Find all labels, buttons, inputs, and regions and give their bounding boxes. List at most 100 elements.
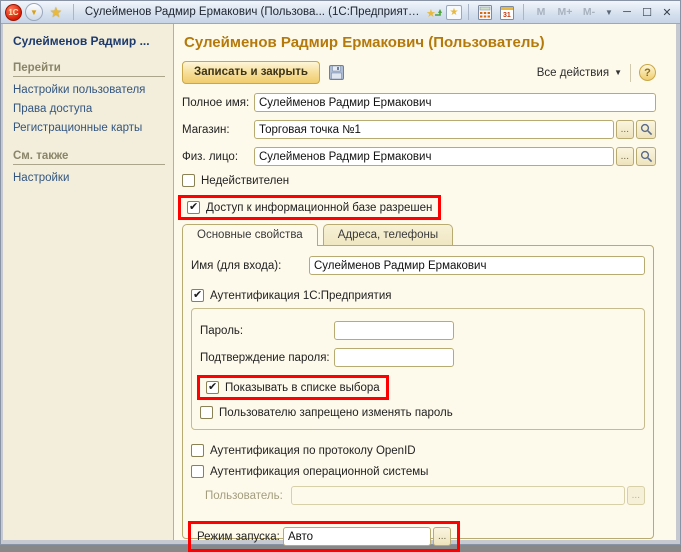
chevron-down-icon: ▼ <box>614 68 622 77</box>
show-in-list-checkbox-label: Показывать в списке выбора <box>225 382 380 394</box>
sidebar-current-item[interactable]: Сулейменов Радмир ... <box>13 34 165 48</box>
auth-os-checkbox-row: Аутентификация операционной системы <box>191 465 645 478</box>
memory-recall-button[interactable]: M <box>530 6 552 18</box>
auth-openid-checkbox-row: Аутентификация по протоколу OpenID <box>191 444 645 457</box>
window-content: Сулейменов Радмир ... Перейти Настройки … <box>1 24 680 544</box>
sidebar-section-header: См. также <box>13 150 165 165</box>
help-button[interactable]: ? <box>639 64 656 81</box>
minimize-button[interactable]: ─ <box>618 6 636 18</box>
memory-add-button[interactable]: M+ <box>554 6 576 18</box>
run-mode-label: Режим запуска: <box>197 531 283 543</box>
titlebar: 1С ▼ ★ Сулейменов Радмир Ермакович (Поль… <box>1 1 680 24</box>
run-mode-row: Режим запуска: ... <box>197 527 451 546</box>
forbid-change-checkbox-row: Пользователю запрещено изменять пароль <box>200 406 636 419</box>
os-user-select-button: ... <box>627 486 645 505</box>
tab-main-properties[interactable]: Основные свойства <box>182 224 318 246</box>
full-name-row: Полное имя: <box>182 93 656 112</box>
run-mode-select-button[interactable]: ... <box>433 527 451 546</box>
tab-addresses-phones[interactable]: Адреса, телефоны <box>323 224 453 245</box>
person-label: Физ. лицо: <box>182 151 254 163</box>
magnifier-icon <box>640 150 653 163</box>
page-title: Сулейменов Радмир Ермакович (Пользовател… <box>184 34 656 51</box>
tab-bar: Основные свойства Адреса, телефоны <box>182 224 656 245</box>
access-checkbox[interactable] <box>187 201 200 214</box>
sidebar-section-goto: Перейти Настройки пользователя Права дос… <box>13 62 165 134</box>
user-form: Сулейменов Радмир Ермакович (Пользовател… <box>174 24 676 540</box>
add-to-favorites-icon[interactable]: ★ <box>424 3 444 21</box>
tab-panel-main-properties: Имя (для входа): Аутентификация 1С:Предп… <box>182 245 654 539</box>
favorites-star-icon[interactable]: ★ <box>46 3 66 21</box>
password-confirm-label: Подтверждение пароля: <box>200 352 334 364</box>
store-select-button[interactable]: ... <box>616 120 634 139</box>
os-user-label: Пользователь: <box>205 490 291 502</box>
show-in-list-checkbox-row: Показывать в списке выбора <box>206 381 380 394</box>
close-button[interactable]: ✕ <box>658 6 676 19</box>
auth-openid-checkbox[interactable] <box>191 444 204 457</box>
login-name-label: Имя (для входа): <box>191 260 309 272</box>
svg-text:31: 31 <box>503 12 511 19</box>
annotation-show-in-list-highlight: Показывать в списке выбора <box>197 375 389 400</box>
svg-text:★: ★ <box>426 8 436 19</box>
titlebar-separator <box>73 4 74 20</box>
access-checkbox-row: Доступ к информационной базе разрешен <box>187 201 432 214</box>
star-arrow-icon: ★ <box>426 5 442 19</box>
person-input[interactable] <box>254 147 614 166</box>
sidebar-section-see-also: См. также Настройки <box>13 150 165 184</box>
invalid-checkbox-row: Недействителен <box>182 174 656 187</box>
sidebar-item-access-rights[interactable]: Права доступа <box>13 103 165 115</box>
access-checkbox-label: Доступ к информационной базе разрешен <box>206 202 432 214</box>
store-input[interactable] <box>254 120 614 139</box>
window-title: Сулейменов Радмир Ермакович (Пользова...… <box>81 6 424 18</box>
save-and-close-button[interactable]: Записать и закрыть <box>182 61 320 84</box>
floppy-disk-icon <box>329 65 344 80</box>
run-mode-input[interactable] <box>283 527 431 546</box>
memory-subtract-button[interactable]: M- <box>578 6 600 18</box>
sidebar-item-settings[interactable]: Настройки <box>13 172 165 184</box>
password-label: Пароль: <box>200 325 334 337</box>
forbid-change-checkbox[interactable] <box>200 406 213 419</box>
auth-openid-checkbox-label: Аутентификация по протоколу OpenID <box>210 445 416 457</box>
store-open-button[interactable] <box>636 120 656 139</box>
calendar-icon[interactable]: 31 <box>497 3 517 21</box>
login-name-input[interactable] <box>309 256 645 275</box>
person-open-button[interactable] <box>636 147 656 166</box>
sidebar-item-registration-cards[interactable]: Регистрационные карты <box>13 122 165 134</box>
person-row: Физ. лицо: ... <box>182 147 656 166</box>
app-window: 1С ▼ ★ Сулейменов Радмир Ермакович (Поль… <box>0 0 681 545</box>
auth-1c-checkbox-label: Аутентификация 1С:Предприятия <box>210 290 391 302</box>
store-label: Магазин: <box>182 124 254 136</box>
full-name-input[interactable] <box>254 93 656 112</box>
password-group-box: Пароль: Подтверждение пароля: Показывать… <box>191 308 645 430</box>
forbid-change-checkbox-label: Пользователю запрещено изменять пароль <box>219 407 453 419</box>
sidebar: Сулейменов Радмир ... Перейти Настройки … <box>3 24 174 540</box>
main-menu-button[interactable]: ▼ <box>25 3 43 21</box>
all-actions-button[interactable]: Все действия ▼ <box>537 67 622 79</box>
login-name-row: Имя (для входа): <box>191 256 645 275</box>
annotation-run-mode-highlight: Режим запуска: ... <box>188 521 460 552</box>
password-input[interactable] <box>334 321 454 340</box>
maximize-button[interactable]: ☐ <box>638 6 656 19</box>
form-toolbar: Записать и закрыть Все действия ▼ ? <box>182 61 656 84</box>
save-button[interactable] <box>326 63 348 83</box>
1c-logo-icon: 1С <box>5 4 22 21</box>
password-confirm-row: Подтверждение пароля: <box>200 348 636 367</box>
auth-os-checkbox-label: Аутентификация операционной системы <box>210 466 428 478</box>
show-favorites-icon[interactable]: ★ <box>446 5 462 20</box>
password-row: Пароль: <box>200 321 636 340</box>
show-in-list-checkbox[interactable] <box>206 381 219 394</box>
invalid-checkbox[interactable] <box>182 174 195 187</box>
store-row: Магазин: ... <box>182 120 656 139</box>
calculator-icon[interactable] <box>475 3 495 21</box>
person-select-button[interactable]: ... <box>616 147 634 166</box>
os-user-input <box>291 486 625 505</box>
magnifier-icon <box>640 123 653 136</box>
invalid-checkbox-label: Недействителен <box>201 175 289 187</box>
auth-1c-checkbox[interactable] <box>191 289 204 302</box>
auth-1c-checkbox-row: Аутентификация 1С:Предприятия <box>191 289 645 302</box>
auth-os-checkbox[interactable] <box>191 465 204 478</box>
sidebar-item-user-settings[interactable]: Настройки пользователя <box>13 84 165 96</box>
password-confirm-input[interactable] <box>334 348 454 367</box>
os-user-row: Пользователь: ... <box>205 486 645 505</box>
full-name-label: Полное имя: <box>182 97 254 109</box>
titlebar-overflow-button[interactable]: ▼ <box>602 8 616 17</box>
